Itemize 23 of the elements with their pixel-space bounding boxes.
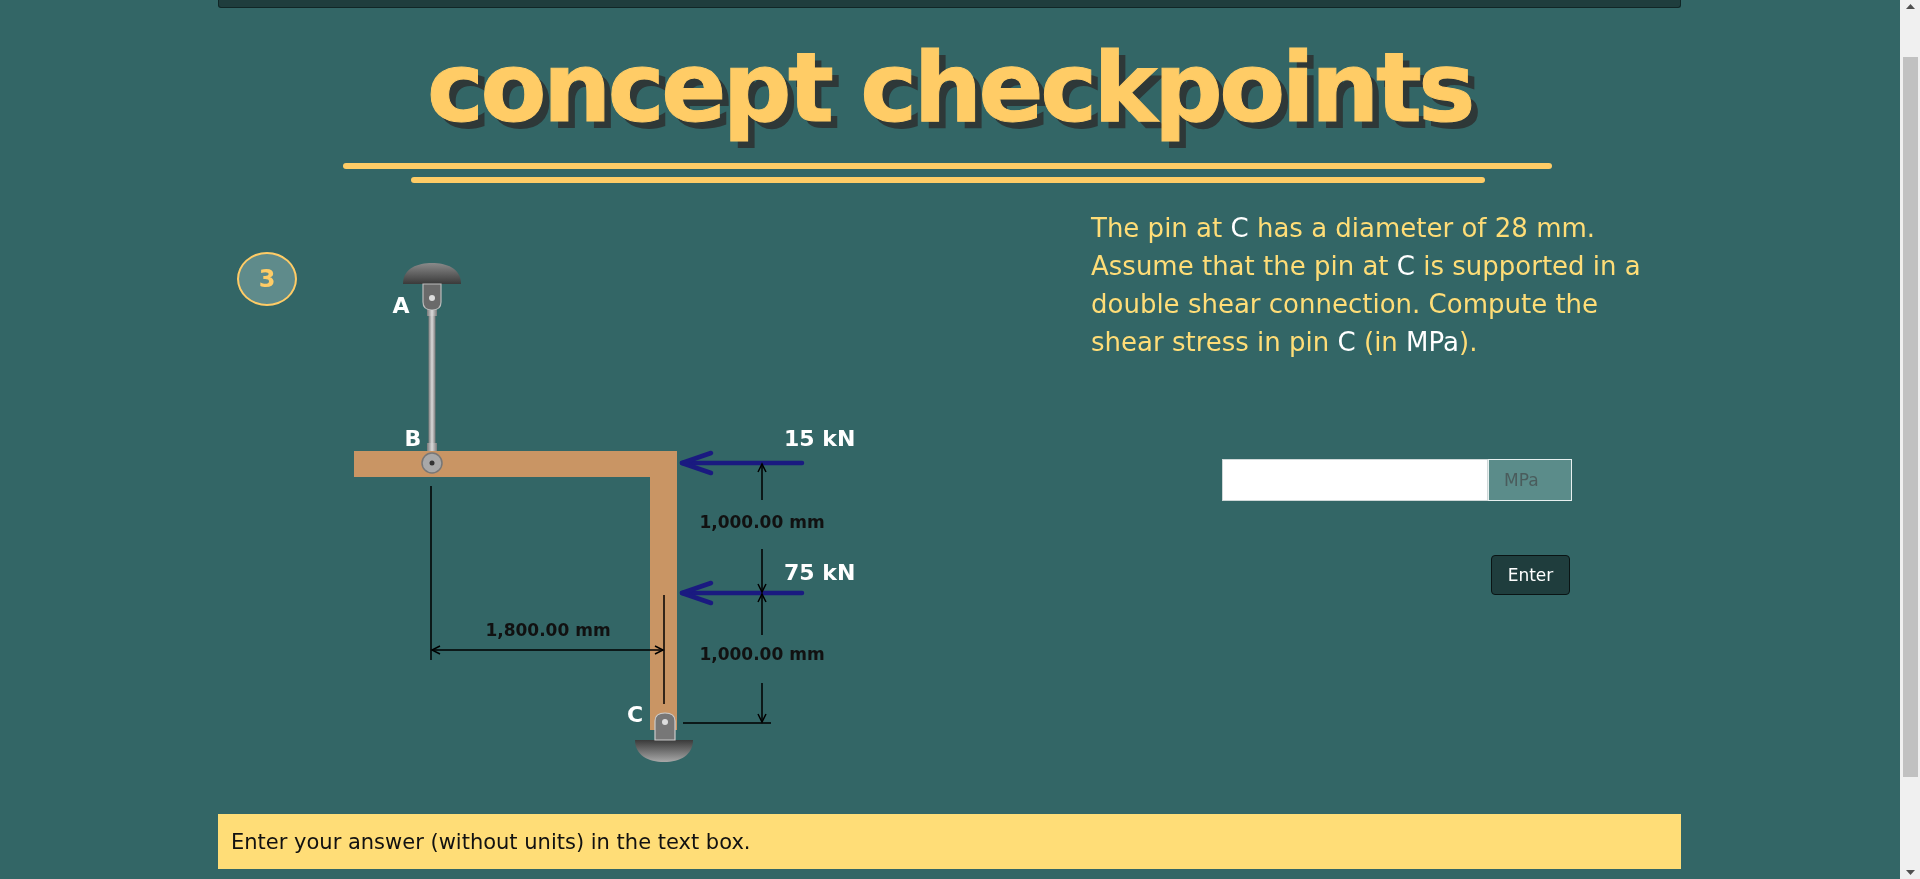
scroll-down-arrow-icon[interactable] bbox=[1905, 870, 1915, 875]
answer-field[interactable] bbox=[1222, 459, 1488, 501]
scroll-up-arrow-icon[interactable] bbox=[1905, 4, 1915, 9]
question-text: The pin at C has a diameter of 28 mm. Assume that the pin at C is supported in a double shear connection. Compute the shear stress in pin C (in MPa). bbox=[1091, 212, 1642, 359]
page-title: concept checkpoints bbox=[427, 40, 1473, 146]
point-label: B bbox=[404, 426, 422, 451]
point-label: C bbox=[626, 702, 644, 727]
enter-button[interactable]: Enter bbox=[1491, 555, 1570, 595]
instruction-banner: Enter your answer (without units) in the text box. bbox=[218, 814, 1681, 869]
dimension-arrow bbox=[757, 682, 767, 724]
dimension-arrow bbox=[757, 592, 767, 636]
question-number-badge: 3 bbox=[237, 252, 297, 306]
dimension-label: 1,000.00 mm bbox=[699, 644, 825, 664]
force-label: 75 kN bbox=[784, 560, 856, 585]
dimension-arrow bbox=[757, 548, 767, 594]
dimension-arrow bbox=[757, 462, 767, 501]
scrollbar[interactable] bbox=[1900, 0, 1920, 879]
point-label: A bbox=[392, 293, 410, 318]
dimension-label: 1,000.00 mm bbox=[699, 512, 825, 532]
force-label: 15 kN bbox=[784, 426, 856, 451]
pin-joint bbox=[421, 452, 443, 474]
dimension-label: 1,800.00 mm bbox=[485, 620, 611, 640]
scrollbar-thumb[interactable] bbox=[1902, 57, 1918, 777]
